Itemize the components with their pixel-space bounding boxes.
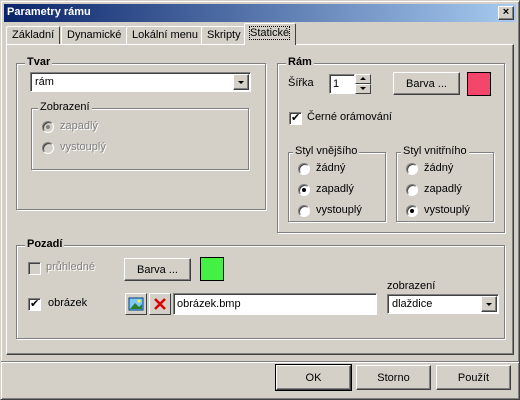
bottom-separator xyxy=(1,361,519,363)
apply-button[interactable]: Použít xyxy=(436,365,511,390)
tab-staticke[interactable]: Statické xyxy=(244,23,296,45)
radio-label-vnejsi-vystoupl: vystouplý xyxy=(316,204,362,216)
group-title-pozadi: Pozadí xyxy=(25,238,65,250)
ok-button[interactable]: OK xyxy=(275,364,352,391)
tab-label: Lokální menu xyxy=(132,29,199,41)
title-bar[interactable]: Parametry rámu × xyxy=(4,4,516,22)
sirka-label: Šířka xyxy=(288,77,314,89)
shape-select-value: rám xyxy=(35,76,54,88)
image-icon xyxy=(128,297,144,311)
remove-image-button[interactable] xyxy=(149,293,171,315)
chevron-down-icon[interactable] xyxy=(233,74,249,90)
tab-skripty[interactable]: Skripty xyxy=(201,26,247,44)
radio-zobrazeni-vystoupl[interactable] xyxy=(42,142,54,154)
tab-lokalni-menu[interactable]: Lokální menu xyxy=(126,26,205,44)
radio-vnitrni-zapadly[interactable] xyxy=(406,184,418,196)
radio-vnitrni-vystoupl[interactable] xyxy=(406,205,418,217)
obrazek-checkbox[interactable] xyxy=(28,297,41,311)
sirka-spinner[interactable] xyxy=(355,74,371,94)
radio-label-vnitrni-vystoupl: vystouplý xyxy=(424,204,470,216)
close-icon: × xyxy=(502,6,510,18)
tab-zakladni[interactable]: Základní xyxy=(6,26,61,44)
pruhledne-checkbox[interactable] xyxy=(28,262,41,275)
image-file-value: obrázek.bmp xyxy=(177,298,241,310)
group-ram: Rám Šířka 1 Barva ... Černé orámování St… xyxy=(277,56,505,233)
radio-label-zapadly: zapadlý xyxy=(60,120,98,132)
spin-down-icon[interactable] xyxy=(355,84,371,94)
tab-label: Základní xyxy=(12,29,55,41)
pozadi-color-swatch[interactable] xyxy=(200,257,224,281)
radio-label-vnejsi-zapadly: zapadlý xyxy=(316,183,354,195)
cancel-button[interactable]: Storno xyxy=(356,365,431,390)
radio-label-vystoupl: vystouplý xyxy=(60,141,106,153)
tab-panel-staticke: Tvar rám Zobrazení zapadlý vystouplý Rám… xyxy=(6,44,514,355)
ram-color-swatch[interactable] xyxy=(467,72,491,96)
radio-label-vnejsi-zadny: žádný xyxy=(316,162,346,174)
radio-vnejsi-vystoupl[interactable] xyxy=(298,205,310,217)
zobrazeni-select-value: dlaždice xyxy=(392,298,433,310)
shape-select[interactable]: rám xyxy=(30,72,251,92)
group-title-zobrazeni: Zobrazení xyxy=(38,101,92,113)
radio-vnejsi-zadny[interactable] xyxy=(298,163,310,175)
image-file-input[interactable]: obrázek.bmp xyxy=(173,293,377,315)
group-zobrazeni: Zobrazení zapadlý vystouplý xyxy=(31,101,249,170)
pozadi-barva-button[interactable]: Barva ... xyxy=(124,258,191,281)
group-tvar: Tvar rám Zobrazení zapadlý vystouplý xyxy=(16,56,266,210)
cerne-oramovani-label: Černé orámování xyxy=(307,111,392,123)
dialog-window: Parametry rámu × Základní Dynamické Loká… xyxy=(0,0,520,400)
group-title-ram: Rám xyxy=(286,56,314,68)
group-styl-vnitrniho: Styl vnitřního žádný zapadlý vystouplý xyxy=(396,145,494,222)
group-pozadi: Pozadí průhledné Barva ... zobrazení obr… xyxy=(16,238,505,339)
radio-label-vnitrni-zapadly: zapadlý xyxy=(424,183,462,195)
zobrazeni-label: zobrazení xyxy=(387,280,436,292)
close-button[interactable]: × xyxy=(498,6,514,20)
delete-icon xyxy=(154,298,166,310)
group-title-styl-vnitrniho: Styl vnitřního xyxy=(401,145,469,157)
radio-vnejsi-zapadly[interactable] xyxy=(298,184,310,196)
spin-up-icon[interactable] xyxy=(355,74,371,84)
group-styl-vnejsiho: Styl vnějšího žádný zapadlý vystouplý xyxy=(288,145,386,222)
tab-dynamicke[interactable]: Dynamické xyxy=(61,26,128,44)
browse-image-button[interactable] xyxy=(125,293,147,315)
tab-label: Dynamické xyxy=(67,29,122,41)
sirka-input[interactable]: 1 xyxy=(329,74,355,94)
window-title: Parametry rámu xyxy=(7,6,91,18)
radio-zobrazeni-zapadly[interactable] xyxy=(42,121,54,133)
ram-barva-button[interactable]: Barva ... xyxy=(393,72,460,95)
group-title-styl-vnejsiho: Styl vnějšího xyxy=(293,145,360,157)
cerne-oramovani-checkbox[interactable] xyxy=(289,111,302,125)
group-title-tvar: Tvar xyxy=(25,56,53,68)
radio-label-vnitrni-zadny: žádný xyxy=(424,162,454,174)
zobrazeni-select[interactable]: dlaždice xyxy=(387,294,499,314)
chevron-down-icon[interactable] xyxy=(481,296,497,312)
tab-label: Skripty xyxy=(207,29,241,41)
sirka-value: 1 xyxy=(333,78,340,90)
obrazek-label: obrázek xyxy=(48,297,88,309)
radio-vnitrni-zadny[interactable] xyxy=(406,163,418,175)
tab-label: Statické xyxy=(248,26,291,40)
pruhledne-label: průhledné xyxy=(46,261,95,273)
